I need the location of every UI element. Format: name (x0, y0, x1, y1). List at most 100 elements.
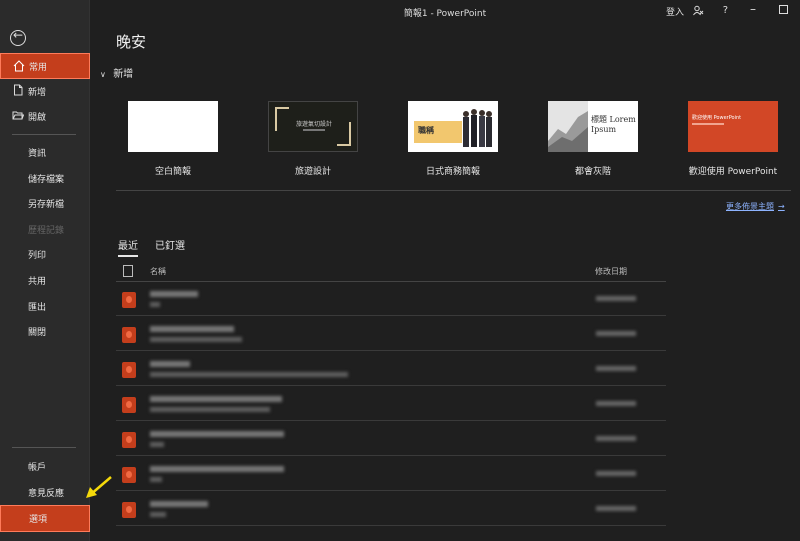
template-graphic (548, 101, 588, 152)
template-label: 歡迎使用 PowerPoint (688, 167, 778, 177)
redacted-file-path (150, 302, 160, 307)
powerpoint-file-icon (122, 432, 136, 448)
powerpoint-file-icon (122, 362, 136, 378)
arrow-right-icon: → (778, 202, 785, 211)
template-label: 日式商務簡報 (425, 167, 480, 177)
redacted-file-name (150, 431, 284, 437)
template-welcome[interactable]: 歡迎使用 PowerPoint (688, 101, 778, 152)
new-section-header[interactable]: ∨ 新增 (100, 65, 133, 80)
sidebar-item-label: 共用 (28, 276, 47, 287)
sidebar-item-label: 歷程記錄 (28, 225, 65, 236)
tab-recent[interactable]: 最近 (118, 237, 138, 257)
redacted-file-name (150, 291, 198, 297)
annotation-arrow-icon (86, 476, 112, 498)
open-folder-icon (12, 111, 24, 120)
template-thumb-text: 旅遊氣切設計 (295, 121, 332, 128)
redacted-file-name (150, 466, 284, 472)
sidebar-item-save[interactable]: 儲存檔案 (0, 165, 90, 191)
redacted-file-path (150, 442, 164, 447)
sidebar-item-export[interactable]: 匯出 (0, 293, 90, 319)
list-item[interactable] (116, 353, 666, 386)
coauthor-icon[interactable] (693, 5, 704, 19)
redacted-file-name (150, 501, 208, 507)
sidebar-item-new[interactable]: 新增 (0, 78, 90, 104)
sidebar-item-close[interactable]: 關閉 (0, 318, 90, 344)
sidebar-item-label: 資訊 (28, 148, 47, 159)
list-item[interactable] (116, 423, 666, 456)
sidebar-item-account[interactable]: 帳戶 (0, 453, 90, 479)
back-button[interactable]: ← (10, 28, 26, 46)
sidebar-item-save-as[interactable]: 另存新檔 (0, 190, 90, 216)
sidebar-item-label: 列印 (28, 250, 47, 261)
sidebar-item-label: 儲存檔案 (28, 174, 65, 185)
redacted-date (596, 296, 636, 301)
template-travel[interactable]: 旅遊氣切設計 (268, 101, 358, 152)
sidebar-item-home[interactable]: 常用 (0, 53, 90, 79)
sidebar-item-info[interactable]: 資訊 (0, 139, 90, 165)
maximize-button[interactable] (779, 5, 788, 14)
sidebar-item-label: 帳戶 (28, 462, 47, 473)
list-header-divider (116, 281, 666, 282)
template-thumb-text: 歡迎使用 PowerPoint (692, 115, 742, 121)
new-section-label: 新增 (113, 69, 134, 80)
sidebar-item-label: 關閉 (28, 327, 47, 338)
redacted-file-path (150, 407, 270, 412)
backstage-sidebar: ← 常用 新增 開啟 資訊 儲存檔案 另存新檔 歷程記錄 列印 共用 匯出 關閉… (0, 0, 90, 541)
title-bar: 簡報1 - PowerPoint 登入 ? – (90, 0, 800, 24)
sidebar-item-share[interactable]: 共用 (0, 267, 90, 293)
sidebar-item-feedback[interactable]: 意見反應 (0, 479, 90, 505)
template-thumb-line (692, 123, 724, 125)
sidebar-item-label: 意見反應 (28, 488, 65, 499)
column-header-name[interactable]: 名稱 (150, 266, 166, 277)
sign-in-link[interactable]: 登入 (666, 5, 684, 18)
more-themes-label: 更多佈景主題 (726, 202, 774, 211)
powerpoint-file-icon (122, 327, 136, 343)
redacted-file-name (150, 396, 282, 402)
redacted-file-path (150, 477, 162, 482)
redacted-file-path (150, 337, 242, 342)
new-document-icon (14, 84, 23, 96)
sidebar-item-open[interactable]: 開啟 (0, 103, 90, 129)
template-blank[interactable] (128, 101, 218, 152)
sidebar-item-label: 匯出 (28, 302, 47, 313)
greeting-title: 晚安 (116, 33, 147, 51)
list-item[interactable] (116, 283, 666, 316)
template-label: 空白簡報 (154, 167, 191, 177)
list-item[interactable] (116, 318, 666, 351)
sidebar-item-label: 另存新檔 (28, 199, 65, 210)
redacted-file-path (150, 372, 348, 377)
sidebar-item-options[interactable]: 選項 (0, 505, 90, 532)
help-button[interactable]: ? (723, 5, 728, 16)
minimize-button[interactable]: – (750, 2, 756, 16)
section-divider (116, 190, 791, 191)
template-japanese-business[interactable]: 職稱 (408, 101, 498, 152)
sidebar-item-label: 常用 (29, 62, 48, 73)
column-header-date[interactable]: 修改日期 (595, 266, 627, 277)
template-urban-gray[interactable]: 標題 Lorem Ipsum (548, 101, 638, 152)
redacted-file-name (150, 326, 234, 332)
redacted-date (596, 401, 636, 406)
business-people-image (460, 105, 494, 151)
list-item[interactable] (116, 493, 666, 526)
list-item[interactable] (116, 458, 666, 491)
powerpoint-file-icon (122, 502, 136, 518)
tab-pinned[interactable]: 已釘選 (155, 237, 185, 252)
home-icon (13, 60, 25, 72)
template-label: 都會灰階 (574, 167, 611, 177)
more-themes-link[interactable]: 更多佈景主題 → (726, 201, 785, 212)
back-arrow-icon: ← (13, 28, 24, 42)
template-thumb-text: 職稱 (418, 126, 434, 135)
sidebar-item-label: 新增 (28, 87, 47, 98)
sidebar-divider (12, 447, 76, 448)
list-item[interactable] (116, 388, 666, 421)
redacted-file-path (150, 512, 166, 517)
redacted-date (596, 366, 636, 371)
redacted-date (596, 436, 636, 441)
sidebar-item-print[interactable]: 列印 (0, 241, 90, 267)
sidebar-divider (12, 134, 76, 135)
powerpoint-file-icon (122, 467, 136, 483)
redacted-date (596, 506, 636, 511)
sidebar-item-label: 開啟 (28, 112, 47, 123)
redacted-file-name (150, 361, 190, 367)
powerpoint-file-icon (122, 292, 136, 308)
